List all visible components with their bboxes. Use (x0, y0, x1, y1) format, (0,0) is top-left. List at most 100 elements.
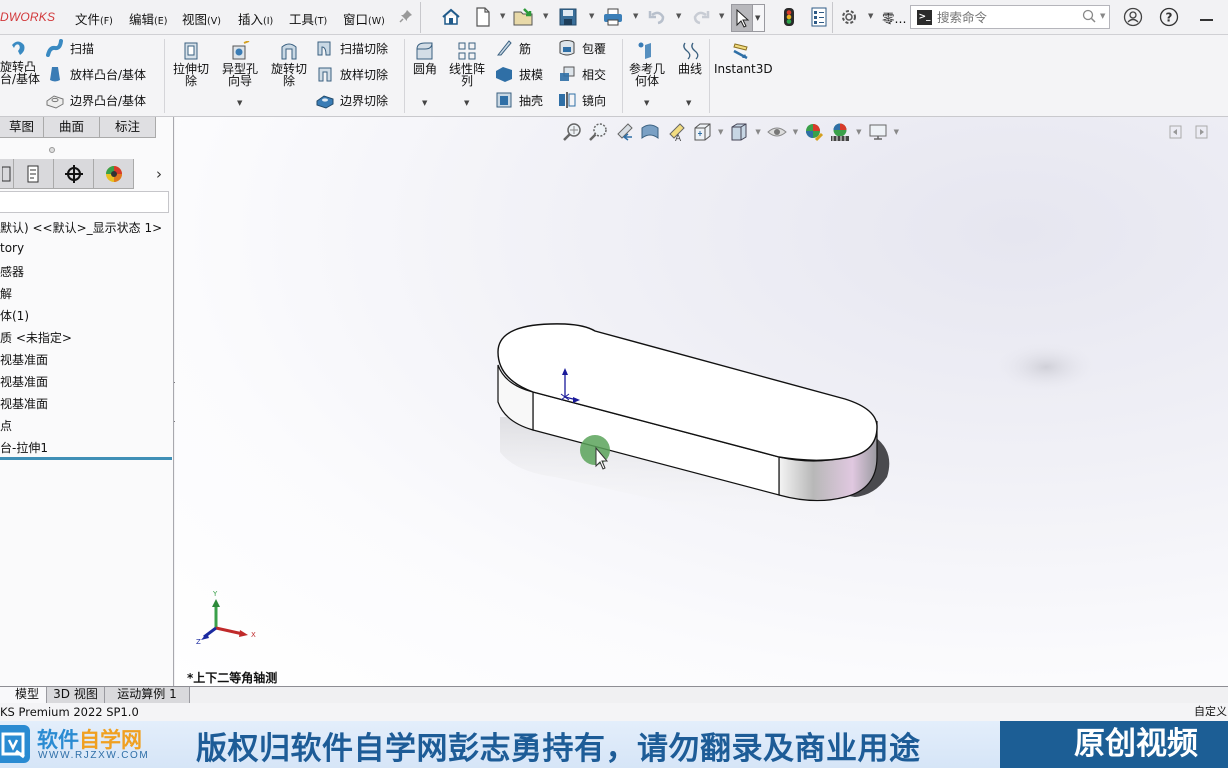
triad-z-label: Z (196, 638, 201, 646)
menu-window[interactable]: 窗口(W) (343, 9, 385, 28)
graphics-area[interactable]: A ▼ ▼ ▼ ▼ ▼ Y X Z *上下二等角轴测 (175, 117, 1228, 686)
loft-boss-button[interactable]: 放样凸台/基体 (46, 64, 146, 84)
triad-y-label: Y (212, 590, 218, 598)
shell-button[interactable]: 抽壳 (495, 90, 543, 110)
print-dropdown-caret[interactable]: ▼ (633, 12, 638, 20)
curves-button[interactable]: 曲线 (674, 41, 706, 75)
redo-icon[interactable] (690, 6, 712, 28)
tab-model[interactable]: 模型 (0, 687, 47, 703)
app-logo: DWORKS (0, 10, 56, 24)
boundary-boss-button[interactable]: 边界凸台/基体 (46, 90, 146, 110)
save-icon[interactable] (557, 6, 579, 28)
truncated-toolbar-label[interactable]: 零... (882, 8, 906, 27)
rib-button[interactable]: 筋 (495, 38, 531, 58)
file-properties-icon[interactable] (808, 6, 830, 28)
tree-item-origin[interactable]: 点 (0, 417, 12, 434)
lofted-cut-icon (318, 67, 332, 82)
tab-3d-views[interactable]: 3D 视图 (47, 687, 105, 703)
new-dropdown-caret[interactable]: ▼ (500, 12, 505, 20)
ref-geometry-dropdown-caret[interactable]: ▼ (644, 99, 649, 107)
print-icon[interactable] (602, 6, 624, 28)
tree-item-annotations[interactable]: 解 (0, 285, 12, 302)
tree-item-right-plane[interactable]: 视基准面 (0, 395, 48, 412)
search-icon[interactable] (1082, 9, 1096, 27)
save-dropdown-caret[interactable]: ▼ (589, 12, 594, 20)
tab-propertymanager[interactable] (14, 159, 54, 189)
wrap-button[interactable]: 包覆 (558, 38, 606, 58)
swept-cut-button[interactable]: 扫描切除 (316, 38, 388, 58)
new-document-icon[interactable] (472, 6, 494, 28)
tab-motion-study-1[interactable]: 运动算例 1 (105, 687, 190, 703)
pattern-dropdown-caret[interactable]: ▼ (464, 99, 469, 107)
chevron-right-icon[interactable]: › (156, 165, 162, 183)
tree-item-configuration[interactable]: 默认) <<默认>_显示状态 1> (0, 219, 162, 236)
fillet-button[interactable]: 圆角 (408, 41, 442, 75)
hole-wizard-dropdown-caret[interactable]: ▼ (237, 99, 242, 107)
lofted-cut-button[interactable]: 放样切除 (316, 64, 388, 84)
pin-icon[interactable] (399, 9, 415, 25)
loft-icon (50, 67, 60, 82)
copyright-notice: 版权归软件自学网彭志勇持有，请勿翻录及商业用途 (196, 731, 921, 767)
watermark-banner: 软件自学网 WWW.RJZXW.COM 版权归软件自学网彭志勇持有，请勿翻录及商… (0, 721, 1228, 768)
mirror-icon (559, 92, 576, 108)
search-commands-box[interactable]: >_ ▼ (910, 5, 1110, 29)
hole-wizard-button[interactable]: 异型孔 向导 (218, 41, 262, 87)
home-icon[interactable] (440, 6, 462, 28)
search-commands-input[interactable] (937, 8, 1077, 26)
linear-pattern-icon (458, 42, 476, 60)
user-account-icon[interactable] (1122, 6, 1144, 28)
menu-insert[interactable]: 插入(I) (238, 9, 273, 28)
sweep-boss-button[interactable]: 扫描 (46, 38, 94, 58)
tree-filter-input[interactable] (0, 191, 169, 213)
open-folder-icon[interactable] (513, 6, 535, 28)
minimize-button[interactable] (1200, 19, 1213, 21)
draft-button[interactable]: 拔模 (495, 64, 543, 84)
swept-cut-icon (317, 41, 331, 56)
redo-dropdown-caret[interactable]: ▼ (719, 12, 724, 20)
search-dropdown-caret[interactable]: ▼ (1100, 12, 1105, 20)
options-dropdown-caret[interactable]: ▼ (868, 12, 873, 20)
menu-edit[interactable]: 编辑(E) (129, 9, 167, 28)
boundary-cut-button[interactable]: 边界切除 (316, 90, 388, 110)
open-dropdown-caret[interactable]: ▼ (543, 12, 548, 20)
tab-markup[interactable]: 标注 (100, 117, 156, 138)
tree-item-material[interactable]: 质 <未指定> (0, 329, 72, 346)
curves-dropdown-caret[interactable]: ▼ (686, 99, 691, 107)
rollback-bar[interactable] (0, 457, 172, 460)
menu-tools[interactable]: 工具(T) (289, 9, 327, 28)
rebuild-traffic-light-icon[interactable] (778, 6, 800, 28)
tab-sketch[interactable]: 草图 (0, 117, 44, 138)
select-button[interactable] (731, 4, 753, 32)
revolve-boss-button[interactable]: 旋转凸 台/基体 (0, 39, 40, 85)
model-canvas[interactable] (175, 117, 1228, 686)
help-icon[interactable]: ? (1158, 6, 1180, 28)
undo-dropdown-caret[interactable]: ▼ (676, 12, 681, 20)
units-customize-button[interactable]: 自定义 (1194, 703, 1227, 721)
tab-configurationmanager[interactable] (54, 159, 94, 189)
extruded-cut-button[interactable]: 拉伸切 除 (170, 41, 212, 87)
revolved-cut-button[interactable]: 旋转切 除 (268, 41, 310, 87)
menu-file[interactable]: 文件(F) (75, 9, 113, 28)
rib-icon (496, 40, 512, 56)
ribbon-separator (622, 39, 623, 113)
tab-featuremanager[interactable] (0, 159, 14, 189)
tree-item-front-plane[interactable]: 视基准面 (0, 351, 48, 368)
undo-icon[interactable] (646, 6, 668, 28)
tree-item-history[interactable]: tory (0, 241, 24, 255)
instant3d-button[interactable]: Instant3D (714, 41, 773, 75)
select-dropdown[interactable]: ▼ (753, 4, 765, 32)
tree-item-solid-bodies[interactable]: 体(1) (0, 307, 29, 324)
fillet-dropdown-caret[interactable]: ▼ (422, 99, 427, 107)
options-gear-icon[interactable] (838, 6, 860, 28)
menu-view[interactable]: 视图(V) (182, 9, 221, 28)
tab-displaymanager[interactable] (94, 159, 134, 189)
tree-item-top-plane[interactable]: 视基准面 (0, 373, 48, 390)
mirror-button[interactable]: 镜向 (558, 90, 606, 110)
reference-geometry-button[interactable]: 参考几 何体 (626, 41, 668, 87)
linear-pattern-button[interactable]: 线性阵 列 (446, 41, 488, 87)
tree-item-sensors[interactable]: 感器 (0, 263, 24, 280)
panel-splitter-handle[interactable] (49, 147, 55, 153)
tab-surfaces[interactable]: 曲面 (44, 117, 100, 138)
tree-item-boss-extrude1[interactable]: 台-拉伸1 (0, 439, 48, 456)
intersect-button[interactable]: 相交 (558, 64, 606, 84)
